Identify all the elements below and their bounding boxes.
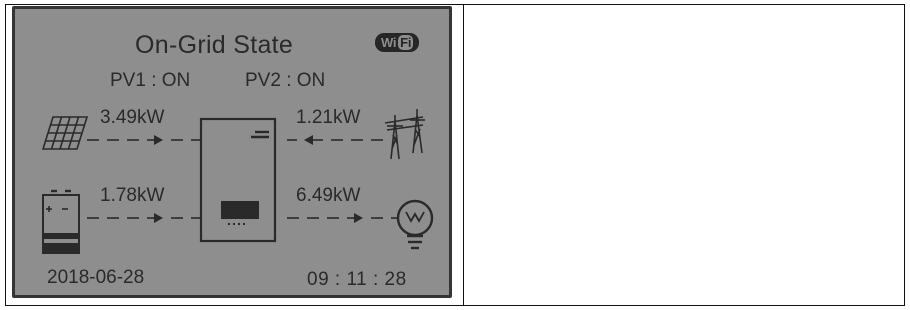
grid-tower-icon [384, 109, 425, 160]
load-flow-arrow [287, 213, 397, 223]
grid-flow-arrow [287, 135, 383, 145]
date-readout: 2018-06-28 [47, 267, 145, 288]
energy-flow-diagram [41, 109, 434, 254]
battery-flow-arrow [87, 213, 200, 223]
time-readout: 09 : 11 : 28 [307, 269, 407, 290]
cell-divider [463, 5, 464, 305]
solar-flow-arrow [87, 135, 200, 145]
solar-panel-icon [41, 116, 89, 150]
inverter-icon [199, 117, 277, 243]
battery-icon [42, 189, 80, 254]
lcd-screen: On-Grid State Wi Fi PV1 : ON PV2 : ON 3.4… [12, 6, 452, 298]
light-bulb-icon [396, 199, 434, 250]
